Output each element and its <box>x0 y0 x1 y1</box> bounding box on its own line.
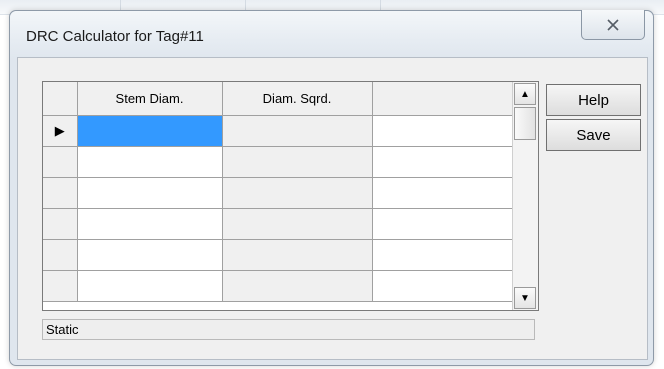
close-button[interactable] <box>581 10 645 40</box>
table-row <box>43 177 514 209</box>
table-row: ▶ <box>43 115 514 147</box>
cell-diam-sqrd <box>222 239 373 271</box>
title-bar[interactable]: DRC Calculator for Tag#11 <box>10 10 653 61</box>
diameter-grid[interactable]: Stem Diam. Diam. Sqrd. ▶ ▲ ▼ <box>42 81 539 311</box>
dialog-client-area: Stem Diam. Diam. Sqrd. ▶ ▲ ▼ Help Save S… <box>17 57 648 360</box>
cell-stem-diam[interactable] <box>77 146 223 178</box>
row-indicator-current[interactable]: ▶ <box>43 115 78 147</box>
help-button[interactable]: Help <box>546 84 641 116</box>
cell-diam-sqrd <box>222 146 373 178</box>
row-indicator[interactable] <box>43 239 78 271</box>
arrow-down-icon: ▼ <box>520 292 530 304</box>
cell-diam-sqrd <box>222 115 373 147</box>
cell-stem-diam[interactable] <box>77 115 223 147</box>
cell-extra <box>372 146 514 178</box>
table-row <box>43 146 514 178</box>
cell-extra <box>372 177 514 209</box>
save-button[interactable]: Save <box>546 119 641 151</box>
close-icon <box>607 18 619 31</box>
arrow-up-icon: ▲ <box>520 88 530 100</box>
cell-extra <box>372 239 514 271</box>
table-row <box>43 270 514 302</box>
cell-stem-diam[interactable] <box>77 239 223 271</box>
cell-diam-sqrd <box>222 177 373 209</box>
grid-corner-header <box>43 82 78 116</box>
column-header-diam-sqrd[interactable]: Diam. Sqrd. <box>222 82 373 116</box>
row-indicator[interactable] <box>43 146 78 178</box>
cell-stem-diam[interactable] <box>77 177 223 209</box>
grid-table: Stem Diam. Diam. Sqrd. ▶ <box>43 82 514 302</box>
table-row <box>43 208 514 240</box>
window-title: DRC Calculator for Tag#11 <box>26 28 204 45</box>
cell-extra <box>372 208 514 240</box>
grid-header-row: Stem Diam. Diam. Sqrd. <box>43 82 513 116</box>
scroll-thumb[interactable] <box>514 107 536 140</box>
column-header-blank <box>372 82 513 116</box>
row-indicator[interactable] <box>43 177 78 209</box>
table-row <box>43 239 514 271</box>
status-label: Static <box>42 319 535 340</box>
cell-extra <box>372 270 514 302</box>
cell-stem-diam[interactable] <box>77 270 223 302</box>
grid-vertical-scrollbar[interactable]: ▲ ▼ <box>512 82 538 310</box>
scroll-down-button[interactable]: ▼ <box>514 287 536 309</box>
scroll-up-button[interactable]: ▲ <box>514 83 536 105</box>
cell-stem-diam[interactable] <box>77 208 223 240</box>
cell-diam-sqrd <box>222 270 373 302</box>
cell-extra <box>372 115 514 147</box>
cell-diam-sqrd <box>222 208 373 240</box>
row-indicator[interactable] <box>43 270 78 302</box>
column-header-stem-diam[interactable]: Stem Diam. <box>77 82 223 116</box>
row-indicator[interactable] <box>43 208 78 240</box>
drc-calculator-dialog: DRC Calculator for Tag#11 Stem Diam. Dia… <box>9 10 654 366</box>
